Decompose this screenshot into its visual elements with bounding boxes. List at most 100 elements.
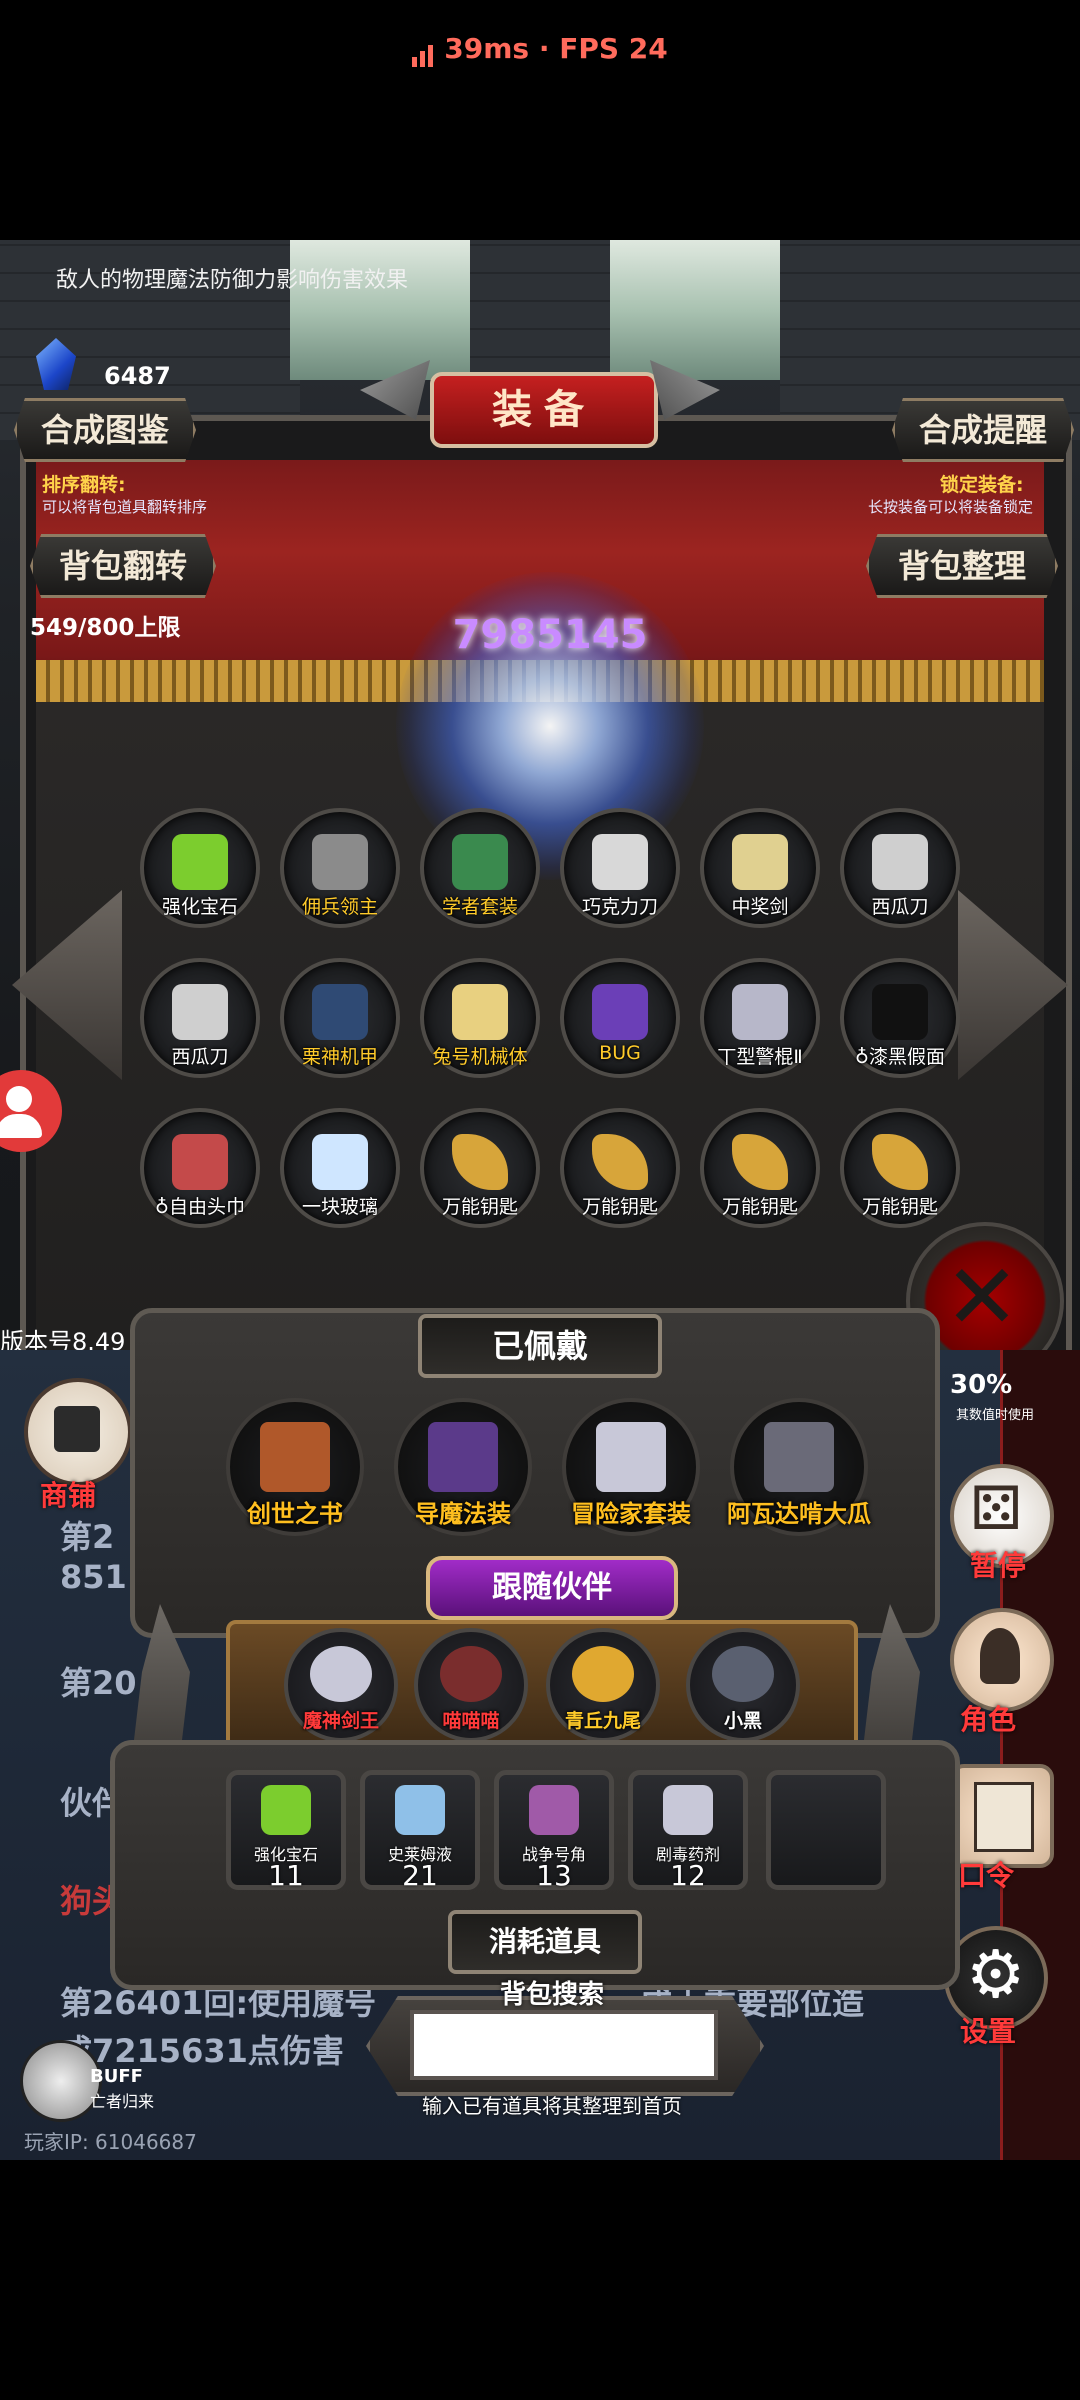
inventory-slot[interactable]: ♁漆黑假面 xyxy=(840,958,960,1078)
inventory-slot-label: ♁漆黑假面 xyxy=(855,1046,945,1068)
inventory-slot[interactable]: 万能钥匙 xyxy=(420,1108,540,1228)
inventory-slot[interactable]: 巧克力刀 xyxy=(560,808,680,928)
ping-value: 39ms xyxy=(444,32,530,65)
avatar-body xyxy=(0,1114,42,1138)
inventory-slot[interactable]: 学者套装 xyxy=(420,808,540,928)
equipped-slot[interactable]: 创世之书 xyxy=(226,1398,364,1536)
consumable-count: 11 xyxy=(268,1859,304,1892)
inventory-slot[interactable]: 栗神机甲 xyxy=(280,958,400,1078)
inventory-slot-label: 佣兵领主 xyxy=(301,896,378,918)
consumable-slot[interactable]: 战争号角 13 xyxy=(494,1770,614,1892)
follower-slot[interactable]: 小黑 xyxy=(686,1628,800,1742)
inventory-slot[interactable]: 一块玻璃 xyxy=(280,1108,400,1228)
dice-icon: ⚄ xyxy=(970,1474,1023,1544)
equipped-slot[interactable]: 阿瓦达啃大瓜 xyxy=(727,1398,871,1536)
consumable-count: 21 xyxy=(402,1859,438,1892)
close-icon: ✕ xyxy=(944,1245,1020,1350)
perf-readout: 39ms · FPS 24 xyxy=(0,32,1080,67)
command-label: 口令 xyxy=(958,1859,1015,1892)
equipped-slot-label: 阿瓦达啃大瓜 xyxy=(727,1500,871,1528)
inventory-slot[interactable]: ♁自由头巾 xyxy=(140,1108,260,1228)
status-bar: 39ms · FPS 24 xyxy=(0,0,1080,240)
inventory-slot-label: 巧克力刀 xyxy=(581,896,658,918)
command-button[interactable] xyxy=(950,1764,1054,1868)
inventory-slot[interactable]: 兔号机械体 xyxy=(420,958,540,1078)
green-gem-icon xyxy=(172,834,228,890)
inventory-slot[interactable]: 万能钥匙 xyxy=(700,1108,820,1228)
shop-icon xyxy=(54,1406,100,1452)
inventory-slot-label: 万能钥匙 xyxy=(861,1196,938,1218)
inventory-slot[interactable]: 万能钥匙 xyxy=(560,1108,680,1228)
consumable-slot[interactable]: 史莱姆液 21 xyxy=(360,1770,480,1892)
equipped-slot[interactable]: 导魔法装 xyxy=(394,1398,532,1536)
sort-flip-desc: 可以将背包道具翻转排序 xyxy=(42,498,208,516)
black-mask-icon xyxy=(872,984,928,1040)
inventory-slot[interactable]: 中奖剑 xyxy=(700,808,820,928)
hooded-figure-icon xyxy=(980,1628,1020,1684)
inventory-slot[interactable]: 万能钥匙 xyxy=(840,1108,960,1228)
consumable-slot[interactable]: 强化宝石 11 xyxy=(226,1770,346,1892)
equipped-slot[interactable]: 冒险家套装 xyxy=(562,1398,700,1536)
poison-flask-icon xyxy=(663,1785,713,1835)
search-input[interactable] xyxy=(410,2010,718,2080)
lock-desc: 长按装备可以将装备锁定 xyxy=(868,498,1034,516)
page-title: 装备 xyxy=(430,372,658,448)
follower-slot[interactable]: 喵喵喵 xyxy=(414,1628,528,1742)
inventory-slot-label: 万能钥匙 xyxy=(441,1196,518,1218)
bag-flip-button[interactable]: 背包翻转 xyxy=(30,534,216,598)
empty-slot[interactable] xyxy=(766,1770,886,1890)
question-marks-icon xyxy=(592,984,648,1040)
synth-book-button[interactable]: 合成图鉴 xyxy=(14,398,196,462)
inventory-slot-label: 丅型警棍Ⅱ xyxy=(717,1046,803,1068)
fps-value: FPS 24 xyxy=(559,32,668,65)
role-button[interactable] xyxy=(950,1608,1054,1712)
inventory-slot[interactable]: BUG xyxy=(560,958,680,1078)
prize-sword-icon xyxy=(732,834,788,890)
stat-value: 30% xyxy=(950,1370,1013,1400)
armored-knight-icon xyxy=(312,834,368,890)
follower-portrait-icon xyxy=(712,1646,774,1702)
inventory-slot-label: 万能钥匙 xyxy=(581,1196,658,1218)
inventory-slot[interactable]: 佣兵领主 xyxy=(280,808,400,928)
stat-desc: 其数值时使用 xyxy=(956,1408,1035,1423)
pause-label: 暂停 xyxy=(970,1549,1027,1582)
follower-portrait-icon xyxy=(310,1646,372,1702)
follower-slot[interactable]: 魔神剑王 xyxy=(284,1628,398,1742)
avatar-head xyxy=(6,1086,32,1112)
search-title: 背包搜索 xyxy=(500,1980,605,2010)
log-line-1: 第2 xyxy=(60,1518,115,1556)
inventory-slot-label: 强化宝石 xyxy=(161,896,238,918)
follower-portrait-icon xyxy=(572,1646,634,1702)
baton-icon xyxy=(732,984,788,1040)
consumable-count: 13 xyxy=(536,1859,572,1892)
consumable-count: 12 xyxy=(670,1859,706,1892)
search-hint: 输入已有道具将其整理到首页 xyxy=(422,2094,682,2118)
followers-title: 跟随伙伴 xyxy=(426,1556,678,1620)
follower-label: 魔神剑王 xyxy=(302,1710,379,1732)
inventory-slot-label: 西瓜刀 xyxy=(171,1046,229,1068)
player-ip: 玩家IP: 61046687 xyxy=(24,2130,197,2154)
damage-number: 7985145 xyxy=(452,612,648,658)
inventory-slot-label: 西瓜刀 xyxy=(871,896,929,918)
synth-remind-button[interactable]: 合成提醒 xyxy=(892,398,1074,462)
shop-button[interactable] xyxy=(24,1378,132,1486)
gem-count: 6487 xyxy=(104,362,171,390)
scroll-icon xyxy=(974,1782,1034,1852)
mech-armor-icon xyxy=(312,984,368,1040)
wizard-icon xyxy=(428,1422,498,1492)
master-key-icon xyxy=(872,1134,928,1190)
inventory-slot[interactable]: 西瓜刀 xyxy=(140,958,260,1078)
follower-slot[interactable]: 青丘九尾 xyxy=(546,1628,660,1742)
inventory-slot[interactable]: 强化宝石 xyxy=(140,808,260,928)
inventory-slot-label: ♁自由头巾 xyxy=(155,1196,245,1218)
adventurer-icon xyxy=(596,1422,666,1492)
bag-sort-button[interactable]: 背包整理 xyxy=(866,534,1058,598)
follower-label: 小黑 xyxy=(723,1710,762,1732)
inventory-slot-label: 中奖剑 xyxy=(731,896,789,918)
follower-portrait-icon xyxy=(440,1646,502,1702)
equipped-slot-label: 导魔法装 xyxy=(415,1500,511,1528)
consumable-slot[interactable]: 剧毒药剂 12 xyxy=(628,1770,748,1892)
inventory-slot[interactable]: 丅型警棍Ⅱ xyxy=(700,958,820,1078)
inventory-slot[interactable]: 西瓜刀 xyxy=(840,808,960,928)
signal-icon xyxy=(412,34,436,67)
